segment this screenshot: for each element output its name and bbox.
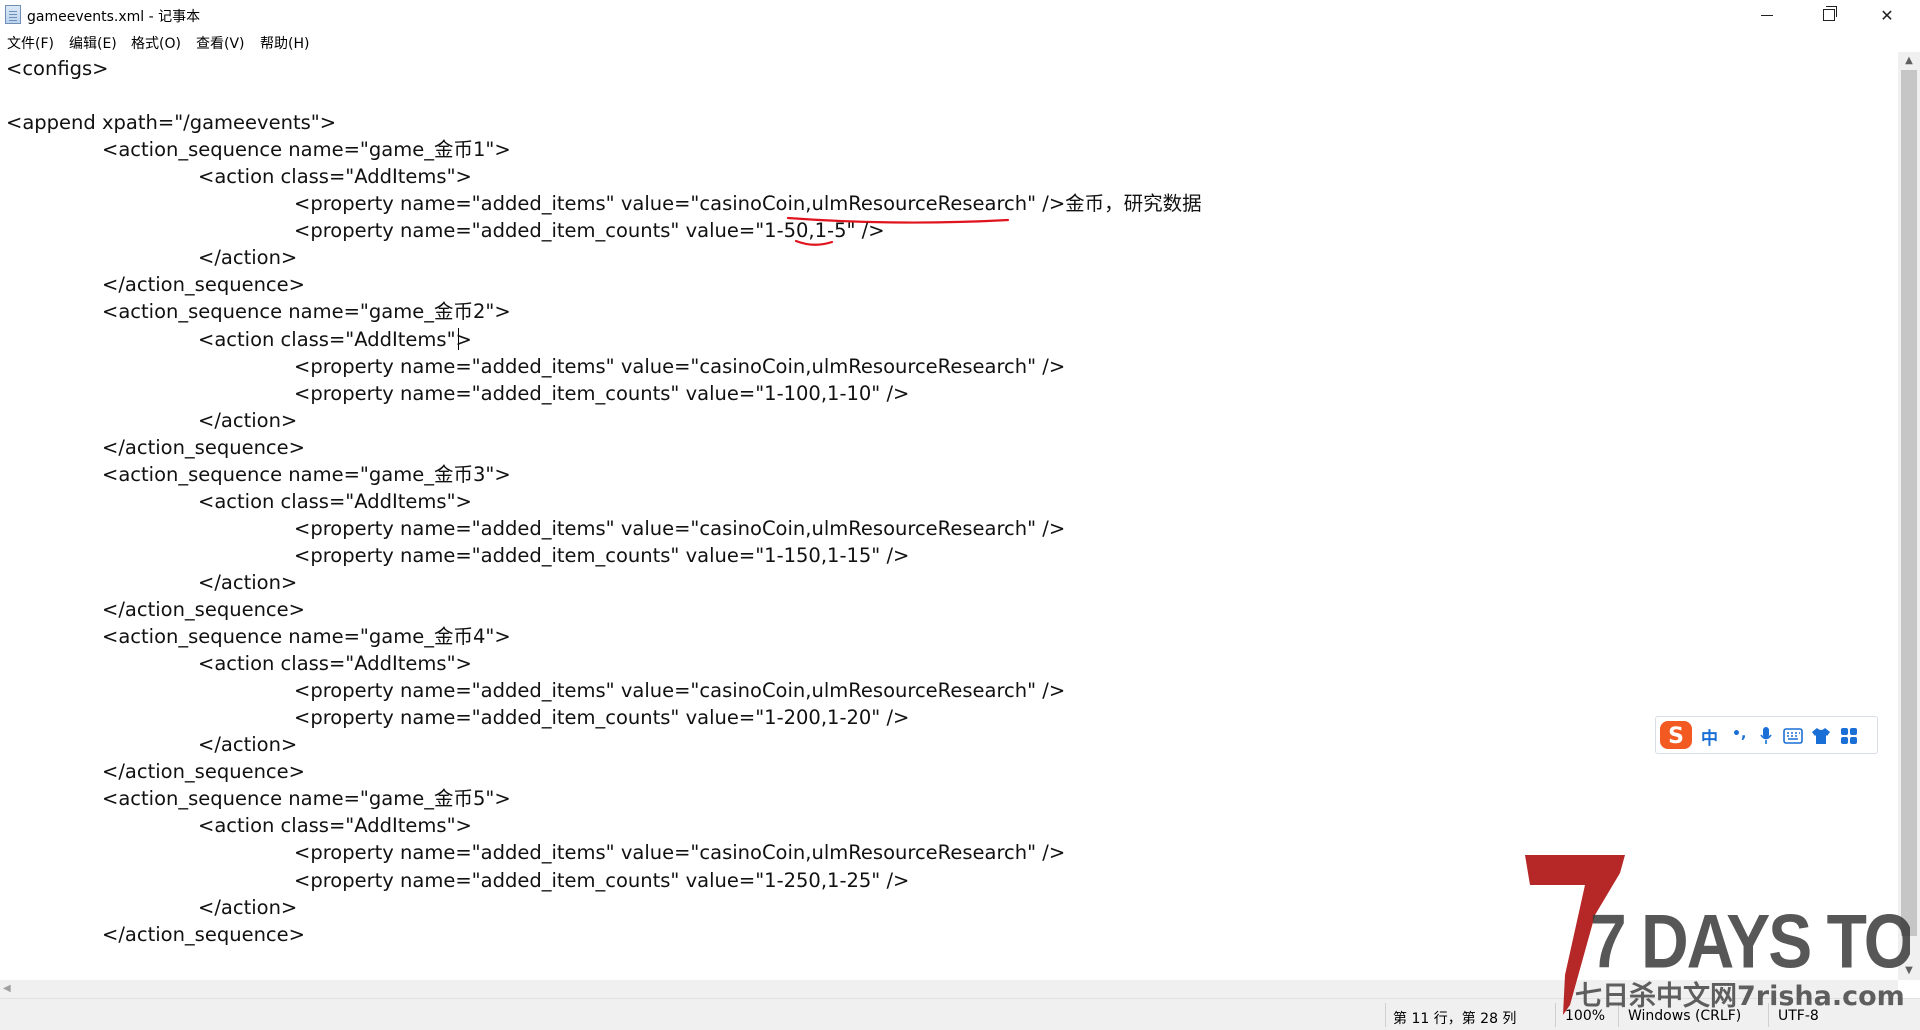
status-divider (1555, 1003, 1556, 1027)
code-line: </action_sequence> (102, 598, 305, 621)
code-line: <action class="AddItems"> (198, 165, 472, 189)
menu-edit[interactable]: 编辑(E) (69, 33, 117, 53)
status-divider (1618, 1003, 1619, 1027)
status-divider (1385, 1003, 1386, 1027)
code-line: <property name="added_item_counts" value… (294, 868, 910, 892)
cursor-position: 第 11 行，第 28 列 (1393, 1011, 1517, 1027)
scroll-up-icon[interactable]: ▲ (1898, 52, 1920, 70)
code-line: </action> (198, 246, 298, 270)
code-line: <action class="AddItems"> (198, 327, 472, 351)
code-line: </action_sequence> (102, 760, 305, 784)
code-line: <property name="added_item_counts" value… (294, 381, 910, 405)
scroll-left-icon[interactable]: ◀ (3, 980, 11, 998)
ime-punctuation-toggle[interactable]: •, (1732, 726, 1746, 742)
code-line: <action class="AddItems"> (198, 814, 472, 838)
toolbox-icon[interactable] (1840, 727, 1858, 745)
code-line: <action_sequence name="game_金币4"> (102, 625, 511, 649)
text-editor[interactable]: <configs> <append xpath="/gameevents"> <ac… (0, 52, 1898, 980)
svg-text:S: S (1668, 724, 1684, 749)
scroll-down-icon[interactable]: ▼ (1898, 962, 1920, 980)
window-title: gameevents.xml - 记事本 (27, 9, 201, 25)
code-line: <property name="added_item_counts" value… (294, 706, 910, 730)
code-line: <property name="added_items" value="casi… (294, 841, 1066, 865)
code-line: <action_sequence name="game_金币2"> (102, 300, 511, 324)
vertical-scrollbar[interactable]: ▲ ▼ (1898, 52, 1920, 980)
code-line: </action> (198, 733, 298, 757)
encoding: UTF-8 (1778, 1008, 1819, 1024)
code-line: <property name="added_items" value="casi… (294, 192, 1202, 216)
code-line: <action_sequence name="game_金币1"> (102, 138, 511, 162)
restore-button[interactable] (1802, 0, 1856, 30)
code-line: <property name="added_item_counts" value… (294, 543, 910, 567)
menu-format[interactable]: 格式(O) (131, 33, 181, 53)
close-icon: ✕ (1880, 5, 1894, 25)
menu-bar: 文件(F) 编辑(E) 格式(O) 查看(V) 帮助(H) (0, 30, 1920, 52)
keyboard-icon[interactable] (1783, 728, 1803, 744)
minimize-icon (1761, 14, 1773, 16)
restore-icon (1823, 6, 1837, 21)
code-line: </action> (198, 895, 298, 919)
line-ending: Windows (CRLF) (1628, 1008, 1742, 1024)
code-line: <property name="added_item_counts" value… (294, 219, 885, 243)
horizontal-scrollbar[interactable]: ◀ (0, 980, 1898, 998)
code-line: </action> (198, 408, 298, 432)
menu-view[interactable]: 查看(V) (196, 33, 245, 53)
title-bar: gameevents.xml - 记事本 ✕ (0, 0, 1920, 30)
code-line: <action class="AddItems"> (198, 652, 472, 676)
minimize-button[interactable] (1740, 0, 1794, 30)
code-line: <action_sequence name="game_金币3"> (102, 462, 511, 486)
menu-file[interactable]: 文件(F) (7, 33, 54, 53)
code-line: <property name="added_items" value="casi… (294, 516, 1066, 540)
code-line: <property name="added_items" value="casi… (294, 679, 1066, 703)
code-line: </action_sequence> (102, 273, 305, 297)
microphone-icon[interactable] (1759, 726, 1773, 746)
close-button[interactable]: ✕ (1860, 0, 1914, 30)
status-divider (1768, 1003, 1769, 1027)
zoom-level: 100% (1565, 1008, 1606, 1024)
status-bar: 第 11 行，第 28 列 100% Windows (CRLF) UTF-8 (0, 998, 1920, 1030)
menu-help[interactable]: 帮助(H) (260, 33, 309, 53)
skin-icon[interactable] (1811, 727, 1831, 745)
code-line: <action_sequence name="game_金币5"> (102, 787, 511, 811)
code-line: </action_sequence> (102, 435, 305, 459)
code-line: </action> (198, 570, 298, 594)
code-line: </action_sequence> (102, 922, 305, 946)
ime-toolbar[interactable]: S 中 •, (1655, 716, 1878, 754)
sogou-logo-icon[interactable]: S (1659, 720, 1693, 750)
code-line: <configs> (6, 57, 109, 80)
ime-mode-toggle[interactable]: 中 (1701, 724, 1718, 749)
notepad-icon (5, 5, 21, 24)
code-line: <append xpath="/gameevents"> (6, 111, 337, 135)
scroll-thumb[interactable] (1901, 70, 1917, 936)
code-line: <action class="AddItems"> (198, 489, 472, 513)
code-line: <property name="added_items" value="casi… (294, 354, 1066, 378)
